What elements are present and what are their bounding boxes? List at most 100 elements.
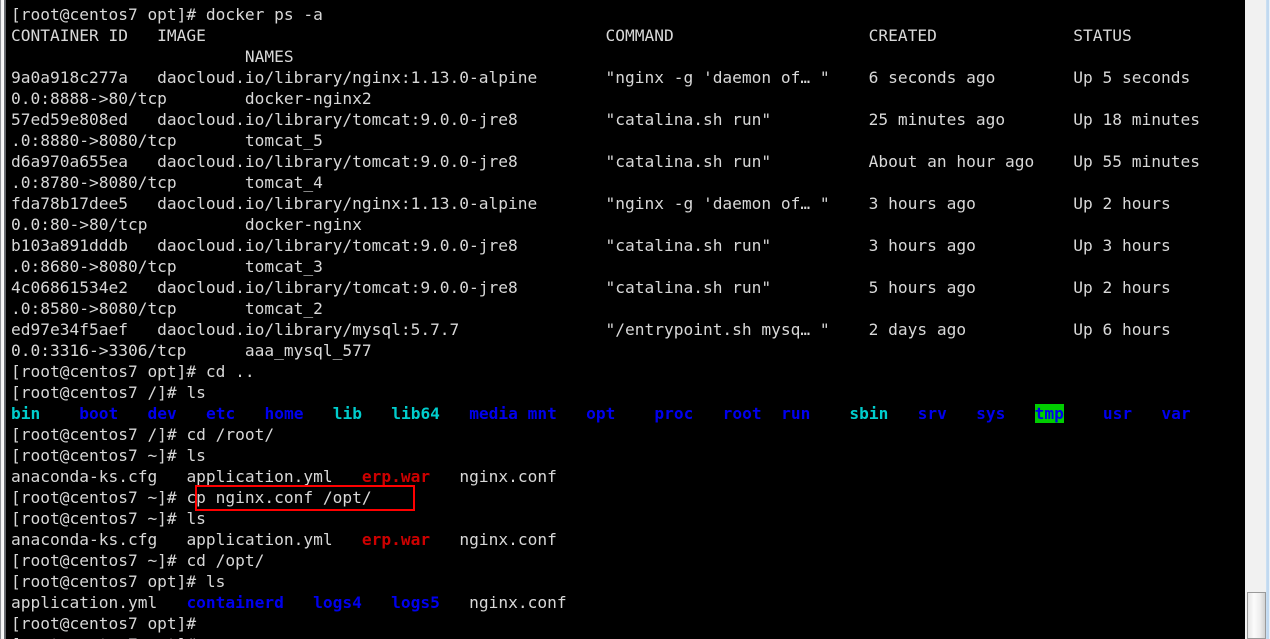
listing-item: dev bbox=[147, 404, 177, 423]
listing-gap bbox=[557, 404, 586, 423]
listing-gap bbox=[430, 467, 459, 486]
listing-gap bbox=[947, 404, 976, 423]
listing-item: sys bbox=[976, 404, 1006, 423]
command-text: cd /opt/ bbox=[186, 551, 265, 570]
docker-table-row-wrap: .0:8680->8080/tcp tomcat_3 bbox=[11, 256, 323, 277]
listing-gap bbox=[284, 593, 313, 612]
listing-item: mnt bbox=[527, 404, 557, 423]
listing-item: erp.war bbox=[361, 467, 431, 486]
docker-table-row-wrap: .0:8580->8080/tcp tomcat_2 bbox=[11, 298, 323, 319]
listing-item: application.yml bbox=[11, 593, 158, 612]
docker-table-row-wrap: 0.0:3316->3306/tcp aaa_mysql_577 bbox=[11, 340, 372, 361]
listing-gap bbox=[762, 404, 782, 423]
docker-row-text: 57ed59e808ed daocloud.io/library/tomcat:… bbox=[11, 110, 1245, 129]
docker-row-text: ed97e34f5aef daocloud.io/library/mysql:5… bbox=[11, 320, 1245, 339]
scrollbar-track[interactable] bbox=[1246, 0, 1265, 639]
shell-prompt-partial: [root@centos7 opt]# bbox=[11, 635, 196, 639]
listing-item: lib bbox=[332, 404, 362, 423]
listing-gap bbox=[440, 593, 469, 612]
shell-prompt: [root@centos7 ~]# bbox=[11, 446, 187, 465]
command-line-cd-opt: [root@centos7 ~]# cd /opt/ bbox=[11, 550, 264, 571]
docker-row-wrap-text: .0:8780->8080/tcp tomcat_4 bbox=[11, 173, 323, 192]
listing-root: bin boot dev etc home lib lib64 media mn… bbox=[11, 403, 1191, 424]
shell-prompt: [root@centos7 /]# bbox=[11, 425, 187, 444]
shell-prompt: [root@centos7 opt]# bbox=[11, 362, 206, 381]
listing-gap bbox=[157, 593, 186, 612]
command-line-ls-root: [root@centos7 /]# ls bbox=[11, 382, 206, 403]
docker-row-text: fda78b17dee5 daocloud.io/library/nginx:1… bbox=[11, 194, 1245, 213]
listing-item: root bbox=[722, 404, 762, 423]
listing-opt: application.yml containerd logs4 logs5 n… bbox=[11, 592, 567, 613]
listing-home-2: anaconda-ks.cfg application.yml erp.war … bbox=[11, 529, 557, 550]
listing-item: bin bbox=[11, 404, 41, 423]
command-line-final-prompt: [root@centos7 opt]# bbox=[11, 613, 196, 634]
listing-item: nginx.conf bbox=[469, 593, 567, 612]
listing-item: application.yml bbox=[186, 530, 333, 549]
docker-table-row-wrap: .0:8880->8080/tcp tomcat_5 bbox=[11, 130, 323, 151]
command-text: ls bbox=[186, 446, 206, 465]
listing-item: logs4 bbox=[313, 593, 362, 612]
docker-header-text: CONTAINER ID IMAGE COMMAND CREATED STATU… bbox=[11, 26, 1245, 45]
listing-item: lib64 bbox=[391, 404, 440, 423]
docker-table-row-wrap: .0:8780->8080/tcp tomcat_4 bbox=[11, 172, 323, 193]
shell-prompt: [root@centos7 ~]# bbox=[11, 551, 187, 570]
command-line-cd-up: [root@centos7 opt]# cd .. bbox=[11, 361, 255, 382]
listing-item: home bbox=[264, 404, 304, 423]
command-text: docker ps -a bbox=[205, 5, 323, 24]
listing-item: usr bbox=[1102, 404, 1133, 423]
docker-table-row: 4c06861534e2 daocloud.io/library/tomcat:… bbox=[11, 277, 1245, 298]
command-text: cd /root/ bbox=[186, 425, 275, 444]
shell-prompt: [root@centos7 ~]# bbox=[11, 509, 187, 528]
docker-table-header-names: NAMES bbox=[11, 46, 294, 67]
listing-item: containerd bbox=[186, 593, 284, 612]
docker-row-wrap-text: .0:8680->8080/tcp tomcat_3 bbox=[11, 257, 323, 276]
listing-gap bbox=[1064, 404, 1103, 423]
listing-item: anaconda-ks.cfg bbox=[11, 530, 158, 549]
listing-item: erp.war bbox=[361, 530, 431, 549]
command-text-highlighted: cp nginx.conf /opt/ bbox=[186, 488, 372, 507]
docker-row-text: d6a970a655ea daocloud.io/library/tomcat:… bbox=[11, 152, 1245, 171]
listing-gap bbox=[810, 404, 849, 423]
command-text: ls bbox=[186, 509, 206, 528]
terminal-text-area[interactable]: [root@centos7 opt]# docker ps -a CONTAINE… bbox=[9, 0, 1245, 639]
scrollbar-thumb[interactable] bbox=[1247, 592, 1266, 639]
command-text: cd .. bbox=[205, 362, 255, 381]
listing-item: proc bbox=[654, 404, 694, 423]
listing-item: srv bbox=[917, 404, 947, 423]
docker-row-text: 9a0a918c277a daocloud.io/library/nginx:1… bbox=[11, 68, 1245, 87]
docker-row-wrap-text: .0:8880->8080/tcp tomcat_5 bbox=[11, 131, 323, 150]
shell-prompt: [root@centos7 opt]# bbox=[11, 572, 206, 591]
vertical-scrollbar[interactable] bbox=[1244, 0, 1270, 639]
docker-header-names: NAMES bbox=[11, 47, 294, 66]
docker-table-row-wrap: 0.0:80->80/tcp docker-nginx bbox=[11, 214, 362, 235]
listing-item: tmp bbox=[1034, 404, 1064, 423]
listing-item: opt bbox=[586, 404, 616, 423]
shell-prompt: [root@centos7 opt]# bbox=[11, 5, 206, 24]
command-line-cd-root: [root@centos7 /]# cd /root/ bbox=[11, 424, 274, 445]
docker-table-row: b103a891dddb daocloud.io/library/tomcat:… bbox=[11, 235, 1245, 256]
listing-item: nginx.conf bbox=[459, 530, 557, 549]
listing-item: etc bbox=[205, 404, 236, 423]
listing-item: var bbox=[1161, 404, 1191, 423]
listing-item: boot bbox=[79, 404, 119, 423]
listing-gap bbox=[333, 530, 362, 549]
listing-item: application.yml bbox=[186, 467, 333, 486]
listing-item: sbin bbox=[849, 404, 889, 423]
listing-gap bbox=[615, 404, 654, 423]
listing-item: media bbox=[469, 404, 518, 423]
listing-gap bbox=[362, 404, 391, 423]
shell-prompt: [root@centos7 opt]# bbox=[11, 614, 197, 633]
terminal-window: [root@centos7 opt]# docker ps -a CONTAINE… bbox=[0, 0, 1270, 639]
listing-gap bbox=[430, 530, 459, 549]
listing-item: logs5 bbox=[391, 593, 440, 612]
docker-table-row: d6a970a655ea daocloud.io/library/tomcat:… bbox=[11, 151, 1245, 172]
command-line-ls-opt: [root@centos7 opt]# ls bbox=[11, 571, 225, 592]
window-left-border bbox=[0, 0, 9, 639]
listing-home-1: anaconda-ks.cfg application.yml erp.war … bbox=[11, 466, 557, 487]
docker-row-text: 4c06861534e2 daocloud.io/library/tomcat:… bbox=[11, 278, 1245, 297]
docker-table-row: 9a0a918c277a daocloud.io/library/nginx:1… bbox=[11, 67, 1245, 88]
listing-gap bbox=[440, 404, 469, 423]
docker-row-wrap-text: 0.0:3316->3306/tcp aaa_mysql_577 bbox=[11, 341, 372, 360]
listing-gap bbox=[693, 404, 722, 423]
listing-gap bbox=[333, 467, 362, 486]
